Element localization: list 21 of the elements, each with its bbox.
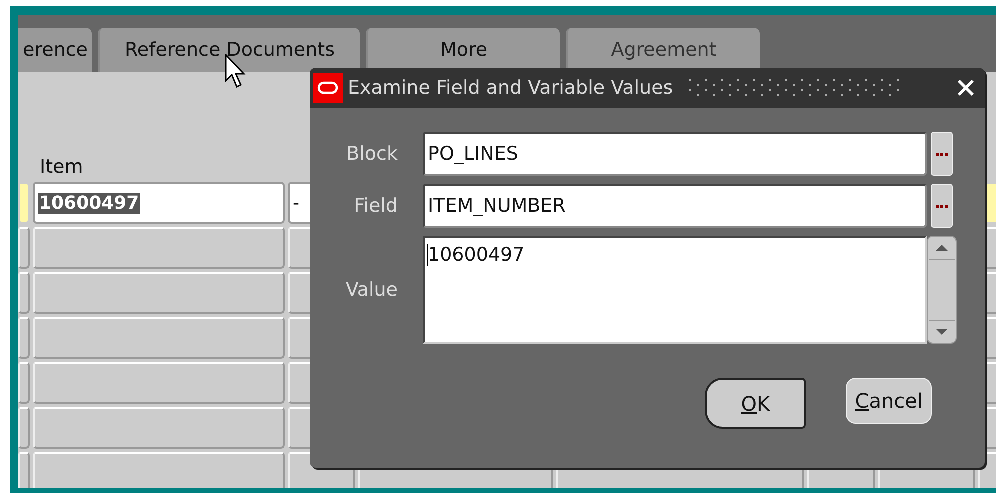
ellipsis-icon: [936, 204, 948, 208]
ok-button[interactable]: OK: [705, 378, 806, 429]
text-area[interactable]: 10600497: [423, 236, 927, 344]
field-label: Field: [353, 194, 398, 219]
logo-icon: [313, 73, 343, 103]
window-title: Examine Field and Variable Values: [348, 77, 674, 99]
tab[interactable]: erence: [18, 28, 92, 72]
input-field[interactable]: ITEM_NUMBER: [423, 184, 927, 228]
column-header: Item: [40, 156, 84, 178]
list-of-values-button[interactable]: [931, 132, 953, 176]
field-label: Block: [346, 142, 398, 167]
input-field[interactable]: PO_LINES: [423, 132, 927, 176]
table-cell[interactable]: 10600497: [33, 182, 285, 224]
list-of-values-button[interactable]: [931, 184, 953, 228]
cancel-button[interactable]: Cancel: [846, 378, 932, 424]
tab[interactable]: Reference Documents: [98, 28, 360, 72]
scrollbar[interactable]: [927, 236, 957, 344]
table-cell[interactable]: [18, 182, 30, 224]
field-label: Value: [344, 278, 398, 302]
close-icon[interactable]: [957, 79, 975, 97]
ellipsis-icon: [936, 152, 948, 156]
